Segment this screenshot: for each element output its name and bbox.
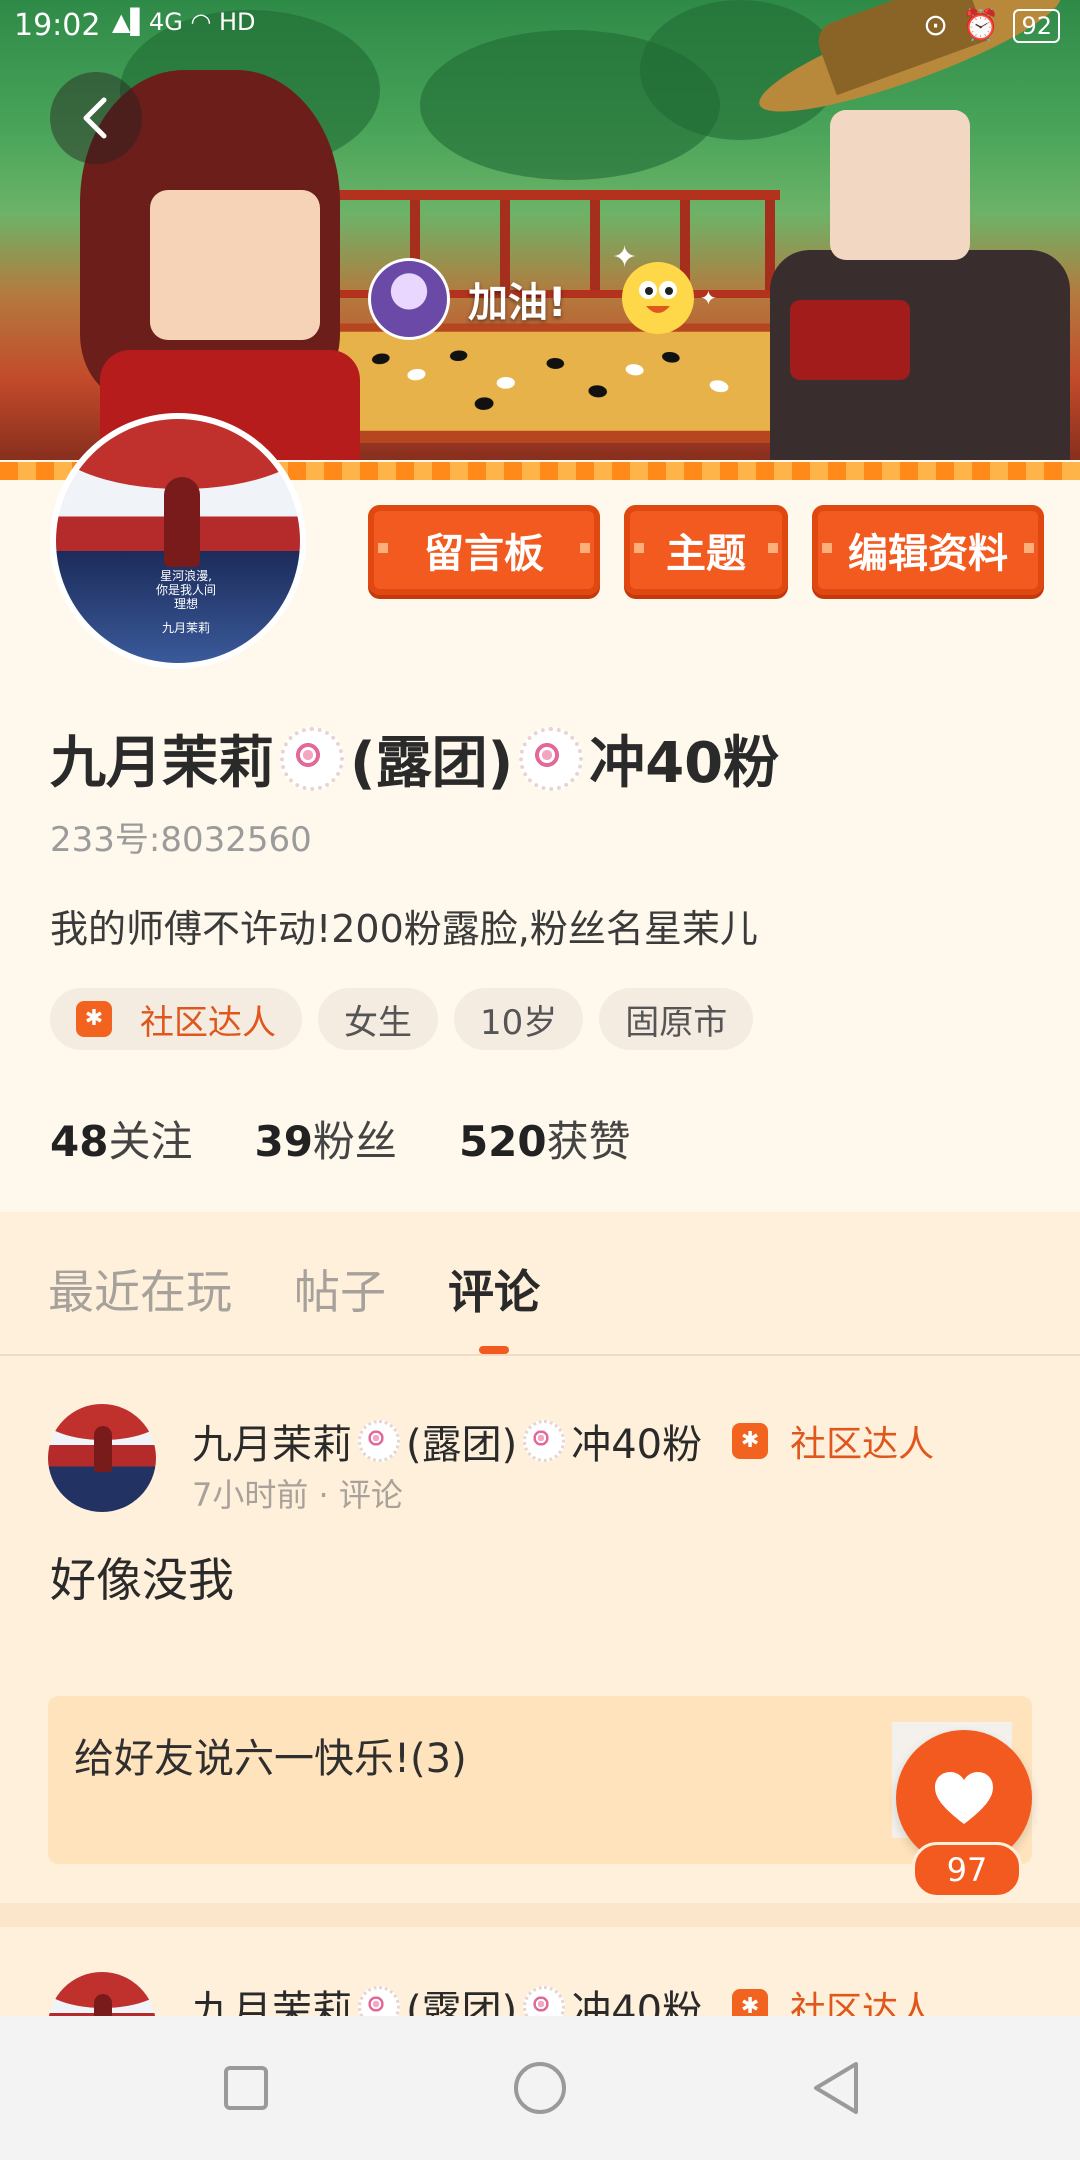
system-nav-bar	[0, 2016, 1080, 2160]
tag-label: 社区达人	[140, 1002, 276, 1043]
candy-icon	[358, 1420, 400, 1462]
status-time: 19:02	[14, 8, 101, 43]
avatar-caption-line: 星河浪漫,	[160, 569, 212, 583]
name-text: 冲40粉	[589, 731, 780, 796]
stat-label: 粉丝	[312, 1117, 397, 1166]
active-tab-indicator	[479, 1346, 509, 1354]
tab-posts[interactable]: 帖子	[294, 1256, 386, 1322]
triangle-back-icon	[814, 2062, 858, 2114]
name-text: (露团)	[350, 731, 514, 796]
quoted-post[interactable]: 给好友说六一快乐!(3)	[48, 1696, 1032, 1864]
quoted-post-title: 给好友说六一快乐!(3)	[74, 1736, 467, 1782]
heart-icon	[935, 1772, 993, 1824]
candy-icon	[280, 726, 344, 791]
profile-avatar[interactable]: 星河浪漫, 你是我人间 理想 九月茉莉	[50, 413, 306, 669]
circle-icon	[514, 2062, 566, 2114]
stat-value: 48	[50, 1117, 109, 1166]
stat-label: 关注	[108, 1117, 193, 1166]
cheer-text: 加油!	[468, 280, 567, 326]
author-name-text: 冲40粉	[571, 1422, 703, 1468]
author-name-text: 九月茉莉	[192, 1422, 352, 1468]
profile-tags: ✱ 社区达人 女生 10岁 固原市	[50, 988, 754, 1050]
sparkle-icon: ✦	[612, 240, 638, 275]
avatar-caption-line: 你是我人间	[155, 583, 216, 597]
theme-button[interactable]: 主题	[624, 505, 788, 595]
cheer-avatar	[368, 258, 450, 340]
tag-city: 固原市	[599, 988, 754, 1050]
profile-banner	[0, 0, 1080, 475]
author-badge: ✱ 社区达人	[732, 1415, 934, 1467]
alarm-icon: ⏰	[962, 8, 1000, 43]
stat-value: 520	[458, 1117, 547, 1166]
message-board-button[interactable]: 留言板	[368, 505, 600, 595]
nav-back-button[interactable]	[804, 2056, 868, 2120]
expert-badge-icon: ✱	[76, 1001, 112, 1037]
signal-icon: ▲▌4G ◠ HD	[112, 8, 256, 36]
status-bar: 19:02 ▲▌4G ◠ HD ⊙ ⏰ 92	[0, 0, 1080, 56]
like-count: 97	[912, 1842, 1022, 1898]
name-text: 九月茉莉	[50, 731, 274, 796]
network-type: 4G	[148, 8, 183, 36]
square-icon	[224, 2066, 268, 2110]
sparkle-icon: ✦	[700, 286, 717, 310]
comment-meta: 7小时前 · 评论	[192, 1476, 403, 1514]
profile-stats: 48关注 39粉丝 520获赞	[50, 1108, 631, 1169]
following-stat[interactable]: 48关注	[50, 1108, 192, 1169]
avatar-caption-line: 理想	[173, 597, 198, 611]
avatar-caption-line: 九月茉莉	[161, 621, 210, 635]
cheer-bubble[interactable]: 加油!	[368, 258, 566, 340]
battery-icon: 92	[1013, 8, 1060, 43]
tab-recently-played[interactable]: 最近在玩	[48, 1256, 232, 1322]
home-button[interactable]	[508, 2056, 572, 2120]
recent-apps-button[interactable]	[214, 2056, 278, 2120]
expert-badge-icon: ✱	[732, 1423, 769, 1459]
hd-indicator: HD	[219, 8, 256, 36]
lock-rotation-icon: ⊙	[922, 8, 949, 43]
comment-avatar[interactable]	[48, 1404, 156, 1512]
user-bio: 我的师傅不许动!200粉露脸,粉丝名星茉儿	[50, 907, 758, 951]
chevron-left-icon	[83, 97, 107, 139]
edit-profile-button[interactable]: 编辑资料	[812, 505, 1044, 595]
stat-label: 获赞	[546, 1117, 631, 1166]
candy-icon	[519, 726, 584, 791]
tab-comments[interactable]: 评论	[448, 1256, 540, 1322]
author-name-text: (露团)	[406, 1422, 518, 1468]
comment-text: 好像没我	[50, 1553, 234, 1607]
badge-label: 社区达人	[790, 1424, 935, 1465]
user-id: 233号:8032560	[50, 820, 312, 860]
feed-divider	[0, 1903, 1080, 1927]
tag-community-expert[interactable]: ✱ 社区达人	[50, 988, 302, 1050]
likes-stat[interactable]: 520获赞	[459, 1108, 631, 1169]
avatar-caption: 星河浪漫, 你是我人间 理想 九月茉莉	[136, 569, 236, 635]
followers-stat[interactable]: 39粉丝	[254, 1108, 396, 1169]
profile-name: 九月茉莉 (露团) 冲40粉	[50, 718, 779, 799]
stat-value: 39	[254, 1117, 313, 1166]
candy-icon	[523, 1420, 566, 1462]
comment-author[interactable]: 九月茉莉 (露团) 冲40粉 ✱ 社区达人	[192, 1412, 934, 1470]
tag-age: 10岁	[454, 988, 584, 1050]
back-button[interactable]	[50, 72, 142, 164]
tag-gender: 女生	[318, 988, 438, 1050]
